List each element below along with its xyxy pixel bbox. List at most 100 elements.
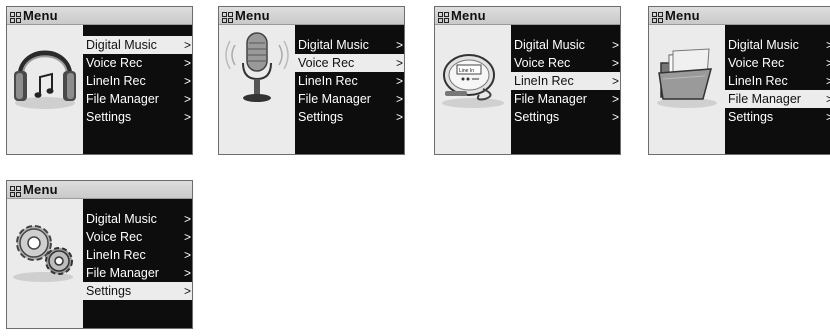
menu-item-digital-music[interactable]: Digital Music > [725, 36, 830, 54]
menu-item-label: Digital Music [86, 38, 157, 52]
chevron-right-icon: > [183, 74, 191, 88]
chevron-right-icon: > [611, 38, 619, 52]
chevron-right-icon: > [826, 108, 830, 126]
menu-list: Digital Music>Voice Rec>LineIn Rec>File … [83, 199, 192, 328]
menu-screen: Menu Digital Music > Voice Rec > LineIn Rec >… [6, 6, 193, 155]
menu-item-label: File Manager [514, 92, 587, 106]
menu-grid-icon [438, 10, 449, 23]
chevron-right-icon: > [611, 74, 619, 88]
menu-item-label: Voice Rec [86, 56, 143, 70]
chevron-right-icon: > [611, 92, 619, 106]
menu-item-label: LineIn Rec [514, 74, 574, 88]
menu-item-file-manager[interactable]: File Manager > [295, 90, 404, 108]
title-bar: Menu [649, 7, 830, 25]
menu-grid-icon [10, 10, 21, 23]
menu-item-settings[interactable]: Settings > [83, 282, 192, 300]
line-in-device-icon: Line In [435, 25, 511, 154]
chevron-right-icon: > [183, 56, 191, 70]
menu-item-voice-rec[interactable]: Voice Rec > [83, 54, 192, 72]
menu-item-label: Settings [728, 110, 774, 124]
chevron-right-icon: > [183, 38, 191, 52]
chevron-right-icon: > [826, 72, 830, 90]
chevron-right-icon: > [183, 266, 191, 280]
chevron-right-icon: > [183, 110, 191, 124]
menu-title: Menu [235, 8, 270, 23]
menu-item-label: Voice Rec [514, 56, 571, 70]
line-in-device-label: Line In [459, 68, 474, 74]
menu-title: Menu [23, 182, 58, 197]
menu-item-file-manager[interactable]: File Manager > [725, 90, 830, 108]
chevron-right-icon: > [183, 230, 191, 244]
menu-title: Menu [665, 8, 700, 23]
menu-item-label: File Manager [298, 92, 371, 106]
menu-item-file-manager[interactable]: File Manager > [83, 90, 192, 108]
chevron-right-icon: > [395, 38, 403, 52]
menu-item-label: Digital Music [86, 212, 157, 226]
title-bar: Menu [219, 7, 404, 25]
menu-item-linein-rec[interactable]: LineIn Rec > [83, 72, 192, 90]
chevron-right-icon: > [395, 56, 403, 70]
menu-item-label: File Manager [86, 266, 159, 280]
chevron-right-icon: > [826, 36, 830, 54]
menu-item-digital-music[interactable]: Digital Music > [83, 210, 192, 228]
chevron-right-icon: > [826, 54, 830, 72]
menu-grid-icon [10, 184, 21, 197]
menu-list: Digital Music>Voice Rec>LineIn Rec>File … [83, 25, 192, 154]
menu-title: Menu [451, 8, 486, 23]
menu-list: Digital Music>Voice Rec>LineIn Rec>File … [511, 25, 620, 154]
chevron-right-icon: > [395, 110, 403, 124]
menu-item-digital-music[interactable]: Digital Music > [295, 36, 404, 54]
menu-screen: Menu Line In Digital Music > Voice Rec > Lin… [434, 6, 621, 155]
menu-item-voice-rec[interactable]: Voice Rec > [511, 54, 620, 72]
microphone-icon [219, 25, 295, 154]
gear-icon [7, 199, 83, 328]
menu-item-label: File Manager [86, 92, 159, 106]
title-bar: Menu [435, 7, 620, 25]
menu-item-label: Digital Music [298, 38, 369, 52]
menu-item-linein-rec[interactable]: LineIn Rec > [295, 72, 404, 90]
menu-item-label: LineIn Rec [298, 74, 358, 88]
menu-title: Menu [23, 8, 58, 23]
menu-screen: Menu Digital Music > Voice Rec > LineIn Rec >… [218, 6, 405, 155]
title-bar: Menu [7, 7, 192, 25]
menu-item-settings[interactable]: Settings > [83, 108, 192, 126]
menu-item-label: Settings [86, 110, 132, 124]
menu-item-voice-rec[interactable]: Voice Rec > [295, 54, 404, 72]
menu-item-file-manager[interactable]: File Manager > [511, 90, 620, 108]
menu-item-file-manager[interactable]: File Manager > [83, 264, 192, 282]
chevron-right-icon: > [826, 90, 830, 108]
menu-list: Digital Music>Voice Rec>LineIn Rec>File … [295, 25, 404, 154]
menu-item-settings[interactable]: Settings > [511, 108, 620, 126]
menu-grid-icon [222, 10, 233, 23]
menu-item-voice-rec[interactable]: Voice Rec > [725, 54, 830, 72]
menu-screen: Menu Digital Music > Voice Rec > LineIn Rec >… [648, 6, 830, 155]
menu-item-settings[interactable]: Settings > [725, 108, 830, 126]
menu-item-linein-rec[interactable]: LineIn Rec > [725, 72, 830, 90]
menu-item-label: Settings [514, 110, 560, 124]
chevron-right-icon: > [183, 248, 191, 262]
menu-item-linein-rec[interactable]: LineIn Rec > [83, 246, 192, 264]
folder-icon [649, 25, 725, 154]
chevron-right-icon: > [611, 110, 619, 124]
menu-item-label: Voice Rec [728, 56, 785, 70]
menu-item-voice-rec[interactable]: Voice Rec > [83, 228, 192, 246]
chevron-right-icon: > [183, 284, 191, 298]
chevron-right-icon: > [395, 92, 403, 106]
menu-item-label: Settings [298, 110, 344, 124]
menu-item-label: LineIn Rec [86, 74, 146, 88]
menu-item-label: Digital Music [728, 38, 799, 52]
headphones-icon [7, 25, 83, 154]
menu-item-linein-rec[interactable]: LineIn Rec > [511, 72, 620, 90]
menu-item-settings[interactable]: Settings > [295, 108, 404, 126]
menu-item-label: File Manager [728, 92, 801, 106]
menu-item-label: Digital Music [514, 38, 585, 52]
chevron-right-icon: > [183, 92, 191, 106]
menu-item-label: LineIn Rec [728, 74, 788, 88]
menu-item-digital-music[interactable]: Digital Music > [83, 36, 192, 54]
menu-item-digital-music[interactable]: Digital Music > [511, 36, 620, 54]
menu-item-label: Voice Rec [86, 230, 143, 244]
title-bar: Menu [7, 181, 192, 199]
chevron-right-icon: > [395, 74, 403, 88]
menu-item-label: Settings [86, 284, 132, 298]
menu-item-label: LineIn Rec [86, 248, 146, 262]
